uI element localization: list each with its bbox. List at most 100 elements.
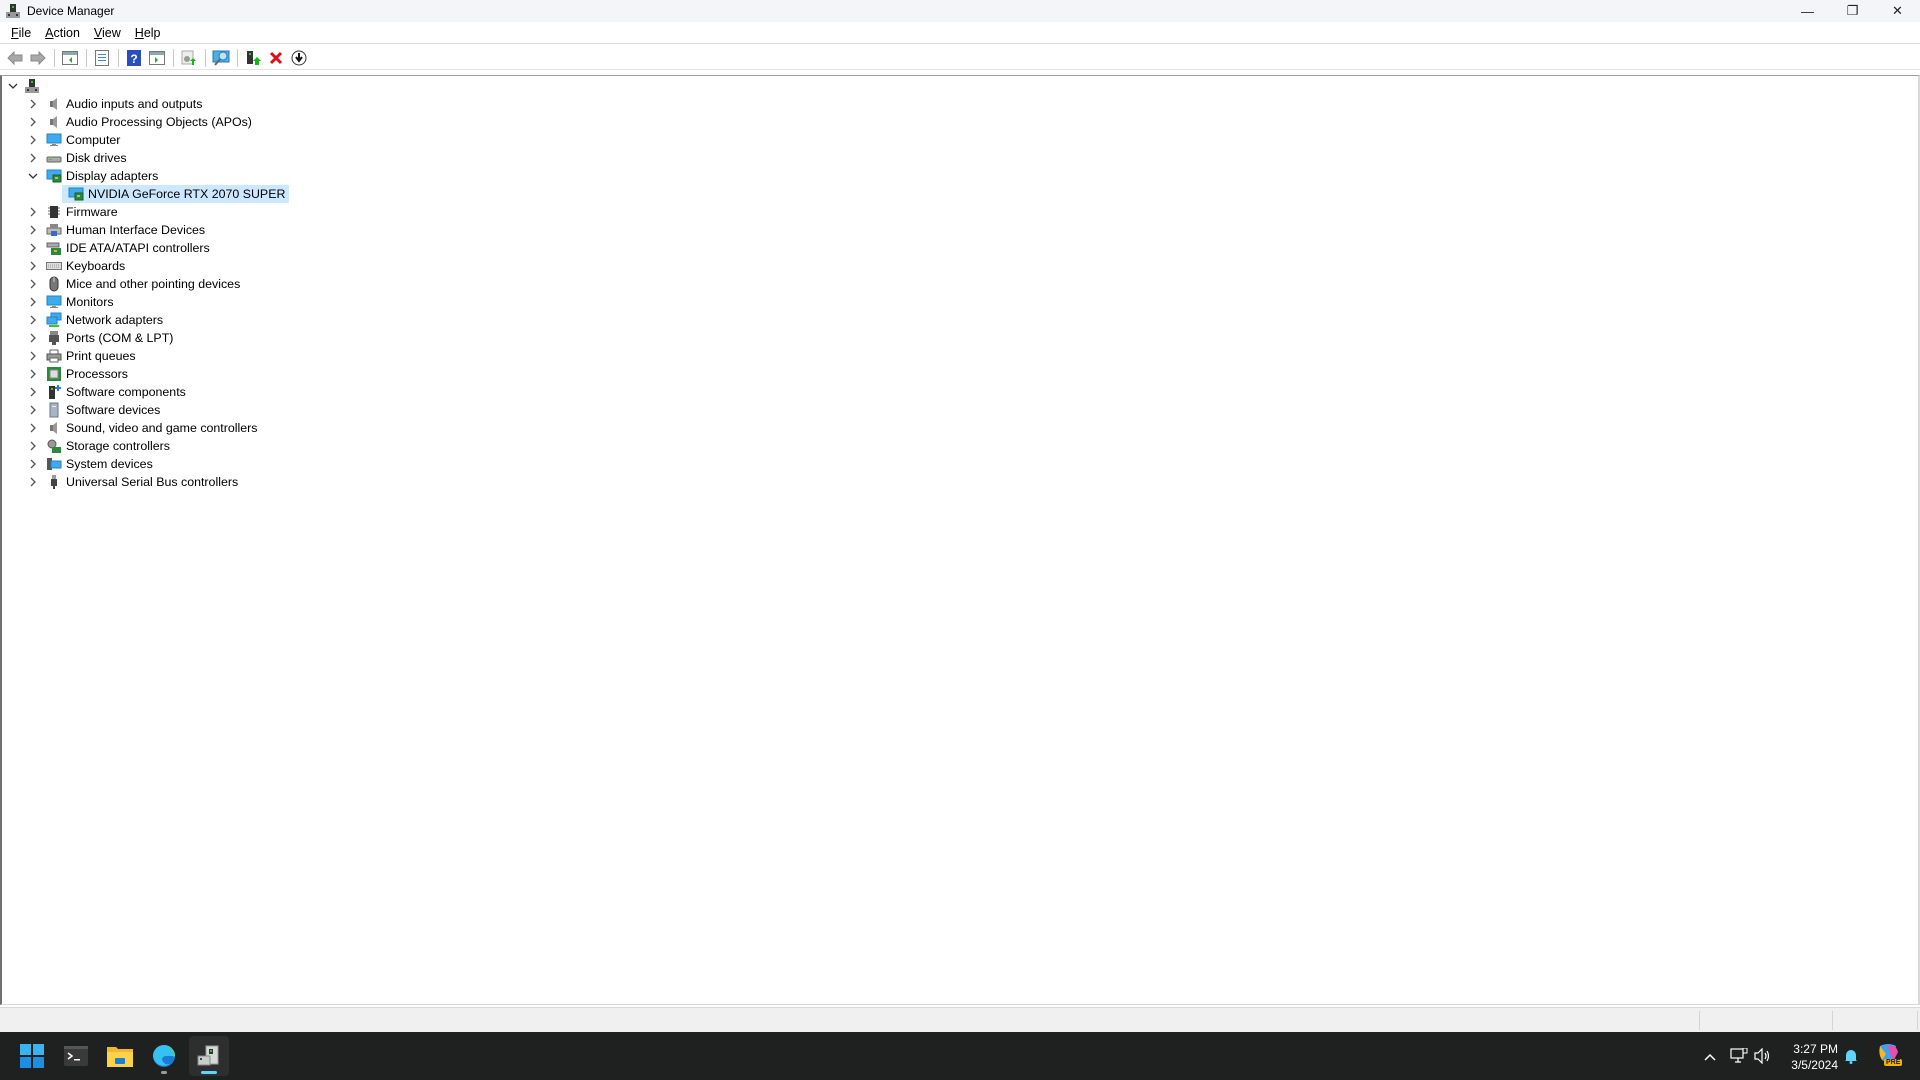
- start-button[interactable]: [12, 1036, 52, 1076]
- properties-button[interactable]: [91, 47, 113, 69]
- chevron-right-icon[interactable]: [26, 311, 40, 329]
- chevron-down-icon[interactable]: [26, 167, 40, 185]
- tree-category[interactable]: Monitors: [26, 293, 114, 311]
- tree-category-label: Software devices: [66, 403, 161, 417]
- chevron-right-icon[interactable]: [26, 203, 40, 221]
- chevron-right-icon[interactable]: [26, 383, 40, 401]
- chevron-right-icon[interactable]: [26, 221, 40, 239]
- chevron-right-icon[interactable]: [26, 365, 40, 383]
- restore-button[interactable]: ❐: [1830, 0, 1875, 22]
- chevron-right-icon[interactable]: [26, 293, 40, 311]
- tree-category[interactable]: System devices: [26, 455, 153, 473]
- disable-device-button[interactable]: [288, 47, 310, 69]
- hid-icon: [46, 222, 62, 238]
- update-driver-button[interactable]: [178, 47, 200, 69]
- device-manager-app-icon: [5, 3, 21, 19]
- taskbar-terminal[interactable]: [56, 1036, 96, 1076]
- action-pane-button[interactable]: [146, 47, 168, 69]
- menu-action[interactable]: Action: [38, 26, 87, 40]
- minimize-button[interactable]: —: [1785, 0, 1830, 22]
- clock[interactable]: 3:27 PM 3/5/2024: [1791, 1041, 1838, 1073]
- tree-category[interactable]: Audio inputs and outputs: [26, 95, 202, 113]
- chevron-right-icon[interactable]: [26, 131, 40, 149]
- taskbar-device-manager[interactable]: [189, 1036, 229, 1076]
- tree-category[interactable]: Ports (COM & LPT): [26, 329, 173, 347]
- speaker-icon: [46, 114, 62, 130]
- chevron-right-icon[interactable]: [26, 239, 40, 257]
- chevron-right-icon[interactable]: [26, 113, 40, 131]
- tree-category[interactable]: Software components: [26, 383, 186, 401]
- scan-hardware-button[interactable]: [210, 47, 232, 69]
- tree-device[interactable]: NVIDIA GeForce RTX 2070 SUPER: [62, 185, 290, 203]
- status-divider: [1832, 1011, 1833, 1030]
- tree-category[interactable]: Processors: [26, 365, 128, 383]
- action-pane-icon: [149, 50, 165, 65]
- menu-bar: File Action View Help: [0, 22, 1920, 44]
- title-bar[interactable]: Device Manager — ❐ ✕: [0, 0, 1920, 22]
- tree-category[interactable]: Mice and other pointing devices: [26, 275, 240, 293]
- tree-category[interactable]: Audio Processing Objects (APOs): [26, 113, 252, 131]
- chevron-right-icon[interactable]: [26, 149, 40, 167]
- chevron-right-icon[interactable]: [26, 419, 40, 437]
- tree-category[interactable]: IDE ATA/ATAPI controllers: [26, 239, 210, 257]
- tree-category[interactable]: Computer: [26, 131, 120, 149]
- copilot-button[interactable]: PRE: [1874, 1042, 1903, 1070]
- active-indicator: [201, 1071, 217, 1074]
- ide-controller-icon: [46, 240, 62, 256]
- back-button[interactable]: [4, 47, 26, 69]
- close-button[interactable]: ✕: [1875, 0, 1920, 22]
- chevron-right-icon[interactable]: [26, 257, 40, 275]
- console-tree-button[interactable]: [59, 47, 81, 69]
- chevron-right-icon[interactable]: [26, 455, 40, 473]
- tree-category[interactable]: Print queues: [26, 347, 136, 365]
- help-icon: ?: [127, 49, 141, 66]
- port-icon: [46, 330, 62, 346]
- volume-button[interactable]: [1754, 1047, 1772, 1067]
- taskbar-file-explorer[interactable]: [100, 1036, 140, 1076]
- notifications-button[interactable]: [1844, 1048, 1858, 1067]
- menu-file[interactable]: File: [4, 26, 38, 40]
- tree-category[interactable]: Universal Serial Bus controllers: [26, 473, 238, 491]
- tree-category-label: Firmware: [66, 205, 118, 219]
- speaker-icon: [46, 420, 62, 436]
- menu-help-label: elp: [143, 25, 161, 40]
- tree-category-label: Monitors: [66, 295, 114, 309]
- bell-icon: [1845, 1050, 1857, 1064]
- menu-help[interactable]: Help: [128, 26, 168, 40]
- chevron-down-icon[interactable]: [6, 77, 20, 95]
- chevron-right-icon[interactable]: [26, 95, 40, 113]
- status-divider: [1917, 1011, 1918, 1030]
- chevron-right-icon[interactable]: [26, 275, 40, 293]
- menu-file-label: ile: [18, 25, 32, 40]
- forward-button[interactable]: [27, 47, 49, 69]
- tree-category[interactable]: Network adapters: [26, 311, 163, 329]
- chevron-right-icon[interactable]: [26, 437, 40, 455]
- tree-category[interactable]: Display adapters: [26, 167, 158, 185]
- tree-category[interactable]: Human Interface Devices: [26, 221, 205, 239]
- tree-device-item[interactable]: NVIDIA GeForce RTX 2070 SUPER: [62, 185, 290, 203]
- chevron-right-icon[interactable]: [26, 329, 40, 347]
- chevron-right-icon[interactable]: [26, 347, 40, 365]
- tree-category[interactable]: Storage controllers: [26, 437, 170, 455]
- tree-category[interactable]: Firmware: [26, 203, 118, 221]
- add-hardware-button[interactable]: [242, 47, 264, 69]
- taskbar-edge[interactable]: [144, 1036, 184, 1076]
- properties-icon: [95, 49, 109, 66]
- tree-category[interactable]: Disk drives: [26, 149, 127, 167]
- chevron-right-icon[interactable]: [26, 401, 40, 419]
- scan-hardware-icon: [212, 50, 230, 66]
- help-button[interactable]: ?: [123, 47, 145, 69]
- chevron-right-icon[interactable]: [26, 473, 40, 491]
- status-bar: [0, 1007, 1920, 1032]
- tree-category[interactable]: Sound, video and game controllers: [26, 419, 258, 437]
- minimize-icon: —: [1801, 3, 1814, 19]
- toolbar-separator: [205, 48, 206, 67]
- tree-category[interactable]: Keyboards: [26, 257, 125, 275]
- uninstall-device-button[interactable]: [265, 47, 287, 69]
- tree-category[interactable]: Software devices: [26, 401, 160, 419]
- network-button[interactable]: [1730, 1047, 1748, 1067]
- tree-root[interactable]: [6, 77, 44, 95]
- tray-overflow-button[interactable]: [1700, 1048, 1720, 1064]
- svg-text:?: ?: [130, 52, 137, 66]
- menu-view[interactable]: View: [87, 26, 128, 40]
